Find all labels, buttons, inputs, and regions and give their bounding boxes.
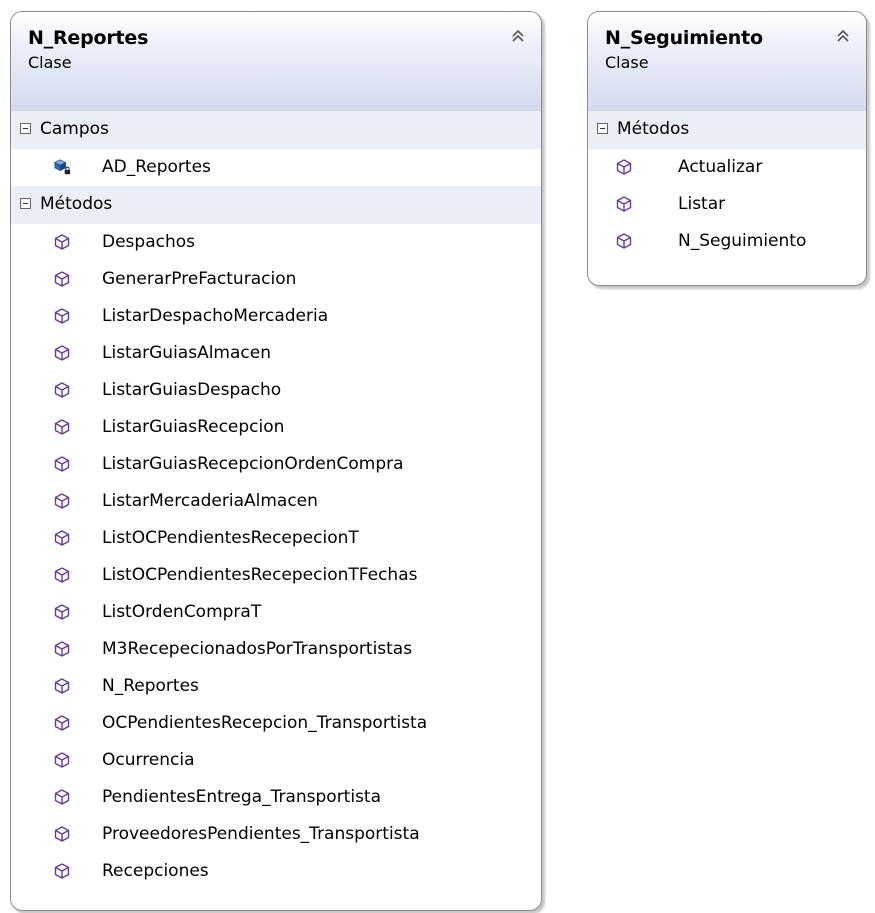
method-cube-icon — [54, 493, 70, 509]
method-cube-icon — [54, 863, 70, 879]
minus-box-icon[interactable] — [20, 123, 31, 134]
method-item[interactable]: ListOCPendientesRecepecionT — [11, 520, 541, 557]
method-item[interactable]: PendientesEntrega_Transportista — [11, 779, 541, 816]
methods-list: Despachos GenerarPreFacturacion ListarDesp… — [11, 224, 541, 890]
method-cube-icon — [54, 530, 70, 546]
method-cube-icon — [616, 196, 632, 212]
method-label: ListarGuiasRecepcionOrdenCompra — [102, 454, 404, 474]
method-item[interactable]: N_Reportes — [11, 668, 541, 705]
method-item[interactable]: ListOCPendientesRecepecionTFechas — [11, 557, 541, 594]
method-item[interactable]: ListarGuiasDespacho — [11, 372, 541, 409]
class-stereotype: Clase — [605, 53, 649, 72]
method-label: PendientesEntrega_Transportista — [102, 787, 382, 807]
method-item[interactable]: ListarGuiasAlmacen — [11, 335, 541, 372]
class-header[interactable]: N_Reportes Clase — [11, 12, 541, 111]
method-label: ListOCPendientesRecepecionT — [102, 528, 359, 548]
method-cube-icon — [54, 604, 70, 620]
field-item[interactable]: AD_Reportes — [11, 149, 541, 186]
method-cube-icon — [54, 678, 70, 694]
method-cube-icon — [54, 345, 70, 361]
field-label: AD_Reportes — [102, 157, 211, 177]
method-item[interactable]: ProveedoresPendientes_Transportista — [11, 816, 541, 853]
method-label: ListarDespachoMercaderia — [102, 306, 329, 326]
method-item[interactable]: M3RecepecionadosPorTransportistas — [11, 631, 541, 668]
fields-list: AD_Reportes — [11, 149, 541, 186]
minus-box-icon[interactable] — [597, 123, 608, 134]
method-item[interactable]: Actualizar — [588, 149, 866, 186]
section-label: Campos — [40, 119, 109, 139]
method-label: ListarMercaderiaAlmacen — [102, 491, 318, 511]
method-cube-icon — [54, 567, 70, 583]
method-label: Actualizar — [678, 157, 763, 177]
class-header[interactable]: N_Seguimiento Clase — [588, 12, 866, 111]
minus-box-icon[interactable] — [20, 198, 31, 209]
method-cube-icon — [54, 271, 70, 287]
double-chevron-up-icon[interactable] — [834, 27, 852, 45]
method-label: ListOrdenCompraT — [102, 602, 262, 622]
method-cube-icon — [54, 382, 70, 398]
section-header-methods[interactable]: Métodos — [11, 186, 541, 224]
method-item[interactable]: Recepciones — [11, 853, 541, 890]
method-item[interactable]: Ocurrencia — [11, 742, 541, 779]
method-label: Despachos — [102, 232, 195, 252]
section-header-fields[interactable]: Campos — [11, 111, 541, 149]
method-item[interactable]: ListOrdenCompraT — [11, 594, 541, 631]
method-item[interactable]: GenerarPreFacturacion — [11, 261, 541, 298]
double-chevron-up-icon[interactable] — [509, 27, 527, 45]
method-label: Listar — [678, 194, 726, 214]
method-label: Recepciones — [102, 861, 209, 881]
method-cube-icon — [54, 419, 70, 435]
class-stereotype: Clase — [28, 53, 72, 72]
class-box-n-reportes[interactable]: N_Reportes Clase Campos AD_Reportes Méto… — [10, 11, 542, 911]
method-cube-icon — [616, 233, 632, 249]
section-label: Métodos — [617, 119, 690, 139]
method-label: N_Reportes — [102, 676, 199, 696]
method-item[interactable]: ListarMercaderiaAlmacen — [11, 483, 541, 520]
method-item[interactable]: ListarGuiasRecepcionOrdenCompra — [11, 446, 541, 483]
section-header-methods[interactable]: Métodos — [588, 111, 866, 149]
method-label: OCPendientesRecepcion_Transportista — [102, 713, 428, 733]
method-label: ProveedoresPendientes_Transportista — [102, 824, 420, 844]
section-label: Métodos — [40, 194, 113, 214]
method-item[interactable]: N_Seguimiento — [588, 223, 866, 260]
class-name: N_Reportes — [28, 27, 149, 49]
method-label: ListarGuiasRecepcion — [102, 417, 285, 437]
method-cube-icon — [54, 456, 70, 472]
method-item[interactable]: OCPendientesRecepcion_Transportista — [11, 705, 541, 742]
method-cube-icon — [54, 752, 70, 768]
method-label: M3RecepecionadosPorTransportistas — [102, 639, 413, 659]
class-box-n-seguimiento[interactable]: N_Seguimiento Clase Métodos Actualizar Li… — [587, 11, 867, 286]
methods-list: Actualizar Listar N_Seguimiento — [588, 149, 866, 260]
method-label: N_Seguimiento — [678, 231, 807, 251]
method-label: ListarGuiasAlmacen — [102, 343, 271, 363]
method-item[interactable]: Despachos — [11, 224, 541, 261]
method-cube-icon — [54, 789, 70, 805]
method-label: Ocurrencia — [102, 750, 195, 770]
method-cube-icon — [54, 308, 70, 324]
method-cube-icon — [54, 715, 70, 731]
method-item[interactable]: ListarGuiasRecepcion — [11, 409, 541, 446]
class-name: N_Seguimiento — [605, 27, 763, 49]
method-label: ListarGuiasDespacho — [102, 380, 282, 400]
method-cube-icon — [54, 234, 70, 250]
private-field-icon — [53, 159, 71, 175]
method-label: GenerarPreFacturacion — [102, 269, 297, 289]
method-item[interactable]: Listar — [588, 186, 866, 223]
class-diagram-canvas: N_Reportes Clase Campos AD_Reportes Méto… — [0, 0, 875, 913]
method-cube-icon — [54, 641, 70, 657]
method-cube-icon — [54, 826, 70, 842]
method-label: ListOCPendientesRecepecionTFechas — [102, 565, 418, 585]
method-item[interactable]: ListarDespachoMercaderia — [11, 298, 541, 335]
method-cube-icon — [616, 159, 632, 175]
